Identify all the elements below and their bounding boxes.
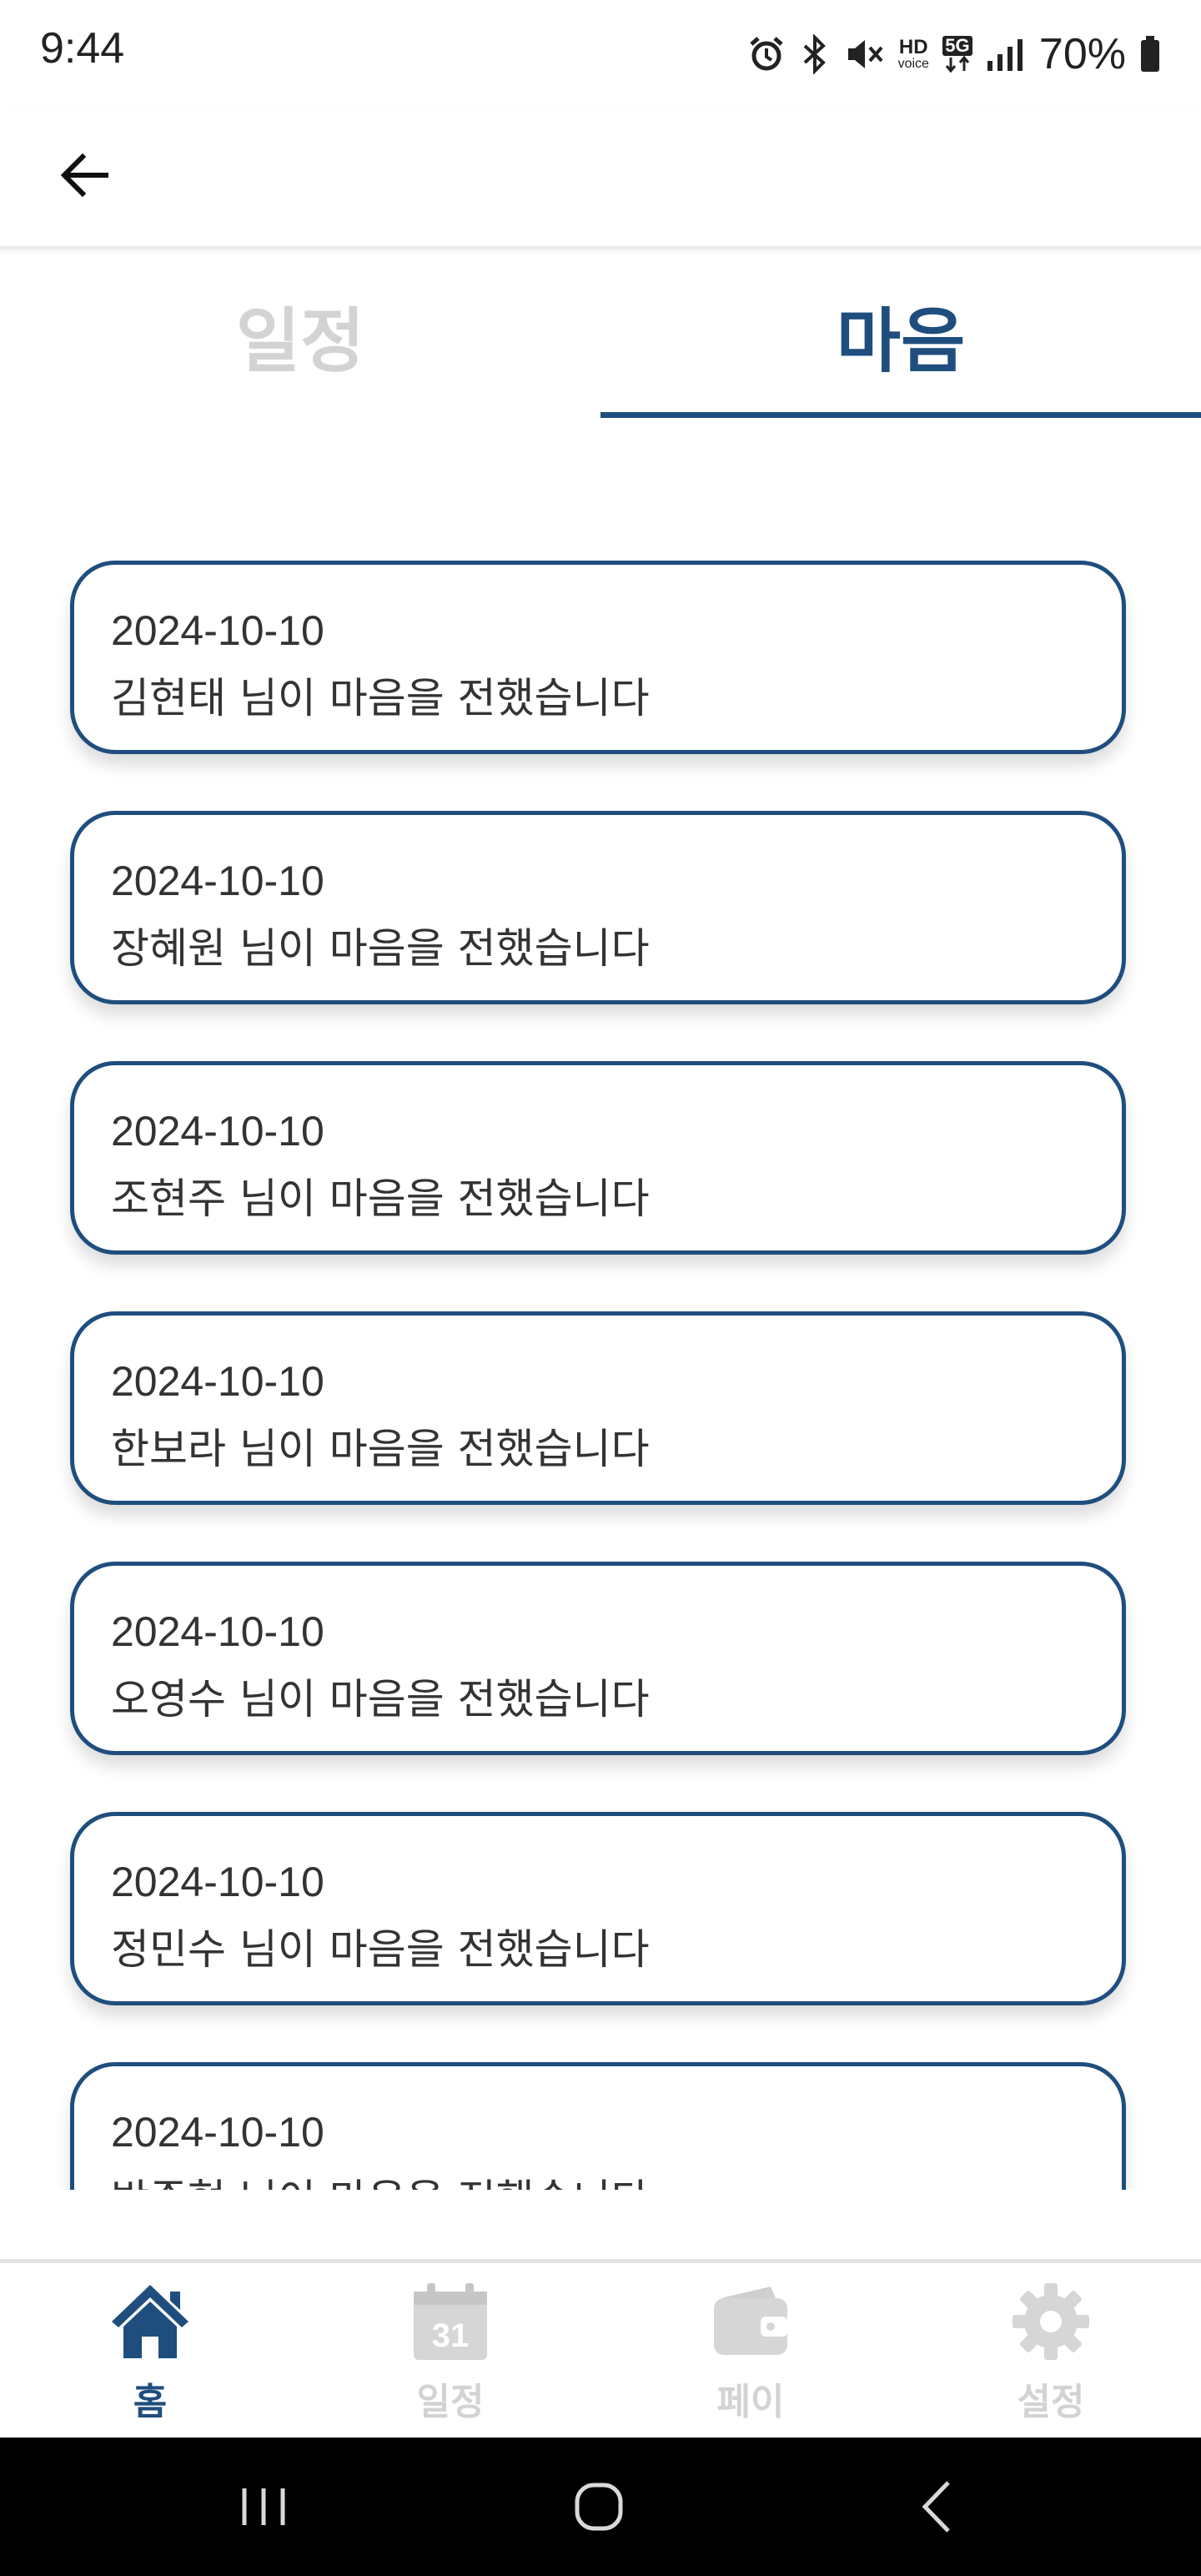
tab-bar: 일정 마음: [0, 250, 1201, 421]
back-chevron-icon: [922, 2481, 950, 2533]
nav-schedule[interactable]: 31 일정: [300, 2263, 600, 2442]
arrow-left-icon: [60, 153, 108, 198]
back-button[interactable]: [47, 133, 122, 217]
item-date: 2024-10-10: [111, 1358, 324, 1405]
list-item[interactable]: 2024-10-10 조현주 님이 마음을 전했습니다: [70, 1061, 1126, 1255]
status-time: 9:44: [40, 24, 125, 73]
list-item[interactable]: 2024-10-10 오영수 님이 마음을 전했습니다: [70, 1562, 1126, 1755]
recents-button[interactable]: [214, 2465, 314, 2548]
hd-voice-icon: HD voice: [898, 38, 929, 71]
item-date: 2024-10-10: [111, 858, 324, 904]
status-bar: 9:44 HD voice 5G 70%: [0, 0, 1201, 108]
system-navigation: [0, 2438, 1201, 2576]
battery-icon: [1139, 35, 1161, 73]
5g-icon: 5G: [942, 36, 972, 73]
active-tab-indicator: [600, 412, 1201, 418]
nav-home[interactable]: 홈: [0, 2263, 300, 2442]
system-home-button[interactable]: [549, 2465, 649, 2548]
calendar-icon: 31: [414, 2283, 487, 2360]
nav-schedule-label: 일정: [416, 2381, 485, 2423]
item-message: 오영수 님이 마음을 전했습니다: [111, 1675, 650, 1723]
battery-percent: 70%: [1038, 30, 1126, 78]
tab-heart[interactable]: 마음: [600, 250, 1201, 421]
recents-icon: [242, 2488, 285, 2525]
list-item[interactable]: 2024-10-10 정민수 님이 마음을 전했습니다: [70, 1812, 1126, 2005]
item-message: 장혜원 님이 마음을 전했습니다: [111, 924, 650, 973]
item-message: 박준형 님이 마음을 전했습니다: [111, 2166, 650, 2190]
list-item[interactable]: 2024-10-10 장혜원 님이 마음을 전했습니다: [70, 811, 1126, 1004]
nav-settings-label: 설정: [1017, 2381, 1085, 2423]
home-icon: [112, 2285, 188, 2358]
hd-text: HD: [898, 36, 928, 58]
system-back-button[interactable]: [887, 2465, 987, 2548]
item-message: 한보라 님이 마음을 전했습니다: [111, 1425, 650, 1473]
nav-home-label: 홈: [133, 2381, 168, 2423]
item-message: 정민수 님이 마음을 전했습니다: [111, 1925, 650, 1974]
item-date: 2024-10-10: [111, 1859, 324, 1905]
list-item[interactable]: 2024-10-10 김현태 님이 마음을 전했습니다: [70, 561, 1126, 754]
home-circle-icon: [575, 2483, 623, 2531]
item-date: 2024-10-10: [111, 1108, 324, 1155]
mute-icon: [845, 36, 885, 73]
signal-icon: [986, 36, 1023, 73]
calendar-day: 31: [432, 2317, 470, 2354]
nav-settings[interactable]: 설정: [901, 2263, 1201, 2442]
app-bar: [0, 108, 1201, 249]
list-item[interactable]: 2024-10-10 한보라 님이 마음을 전했습니다: [70, 1311, 1126, 1505]
status-icons: HD voice 5G 70%: [748, 25, 1161, 83]
wallet-icon: [714, 2287, 787, 2355]
nav-pay[interactable]: 페이: [600, 2263, 901, 2442]
item-message: 김현태 님이 마음을 전했습니다: [111, 674, 650, 722]
list-item[interactable]: 2024-10-10 박준형 님이 마음을 전했습니다: [70, 2062, 1126, 2190]
gear-icon: [1013, 2283, 1089, 2360]
heart-list[interactable]: 2024-10-10 김현태 님이 마음을 전했습니다 2024-10-10 장…: [0, 421, 1201, 2190]
nav-pay-label: 페이: [716, 2381, 785, 2423]
item-date: 2024-10-10: [111, 1608, 324, 1655]
item-date: 2024-10-10: [111, 2109, 324, 2156]
item-message: 조현주 님이 마음을 전했습니다: [111, 1175, 650, 1223]
tab-schedule[interactable]: 일정: [0, 250, 600, 421]
alarm-icon: [748, 36, 785, 73]
5g-text: 5G: [942, 36, 972, 56]
bluetooth-icon: [798, 34, 832, 74]
item-date: 2024-10-10: [111, 607, 324, 654]
voice-text: voice: [897, 57, 929, 71]
bottom-navigation: 홈 31 일정 페이 설정: [0, 2259, 1201, 2442]
